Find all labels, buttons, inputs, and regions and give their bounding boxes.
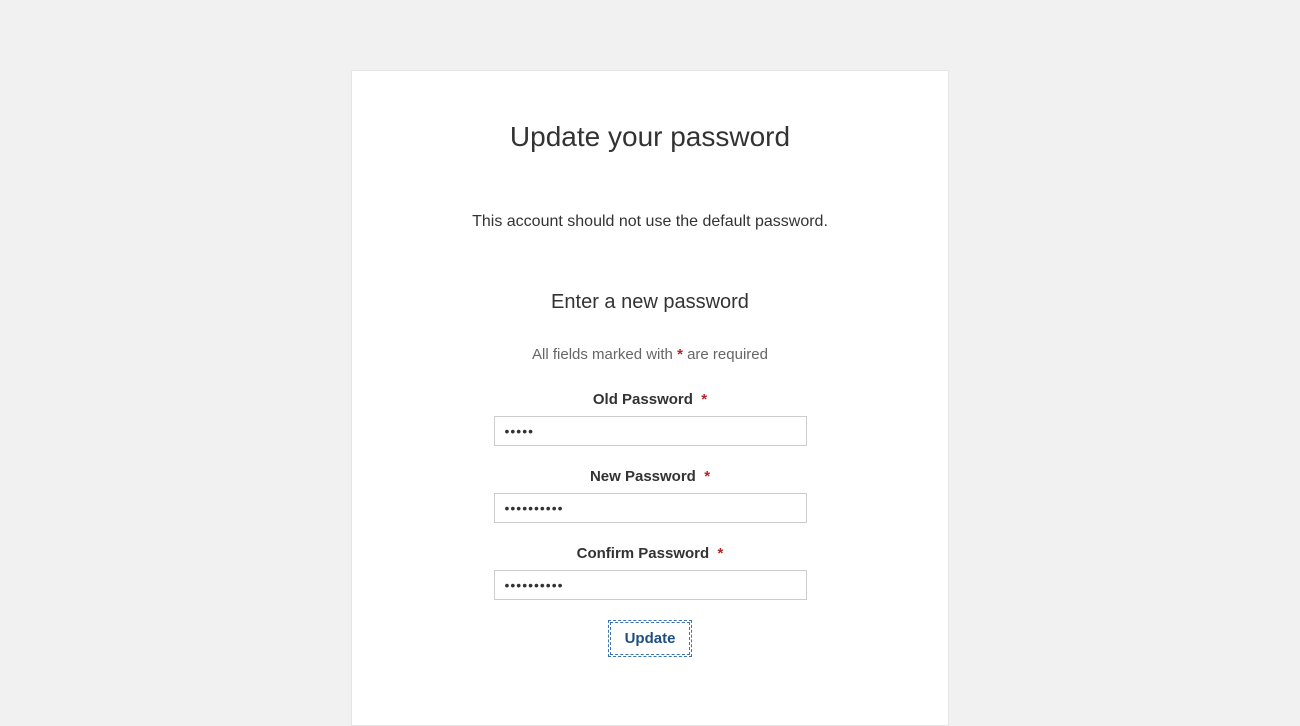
- confirm-password-input[interactable]: [494, 570, 807, 600]
- required-note-prefix: All fields marked with: [532, 346, 677, 363]
- required-asterisk-icon: *: [704, 468, 710, 485]
- new-password-label: New Password *: [392, 468, 908, 485]
- old-password-group: Old Password *: [392, 391, 908, 446]
- section-title: Enter a new password: [392, 291, 908, 314]
- required-asterisk-icon: *: [718, 545, 724, 562]
- page-title: Update your password: [392, 121, 908, 153]
- required-note-suffix: are required: [683, 346, 768, 363]
- default-password-notice: This account should not use the default …: [392, 213, 908, 231]
- required-asterisk-icon: *: [701, 391, 707, 408]
- confirm-password-label-text: Confirm Password: [577, 545, 710, 562]
- new-password-input[interactable]: [494, 493, 807, 523]
- new-password-label-text: New Password: [590, 468, 696, 485]
- confirm-password-group: Confirm Password *: [392, 545, 908, 600]
- confirm-password-label: Confirm Password *: [392, 545, 908, 562]
- update-password-card: Update your password This account should…: [351, 70, 949, 726]
- old-password-label-text: Old Password: [593, 391, 693, 408]
- old-password-input[interactable]: [494, 416, 807, 446]
- old-password-label: Old Password *: [392, 391, 908, 408]
- required-fields-note: All fields marked with * are required: [392, 346, 908, 363]
- submit-row: Update: [392, 622, 908, 655]
- update-button[interactable]: Update: [610, 622, 691, 655]
- new-password-group: New Password *: [392, 468, 908, 523]
